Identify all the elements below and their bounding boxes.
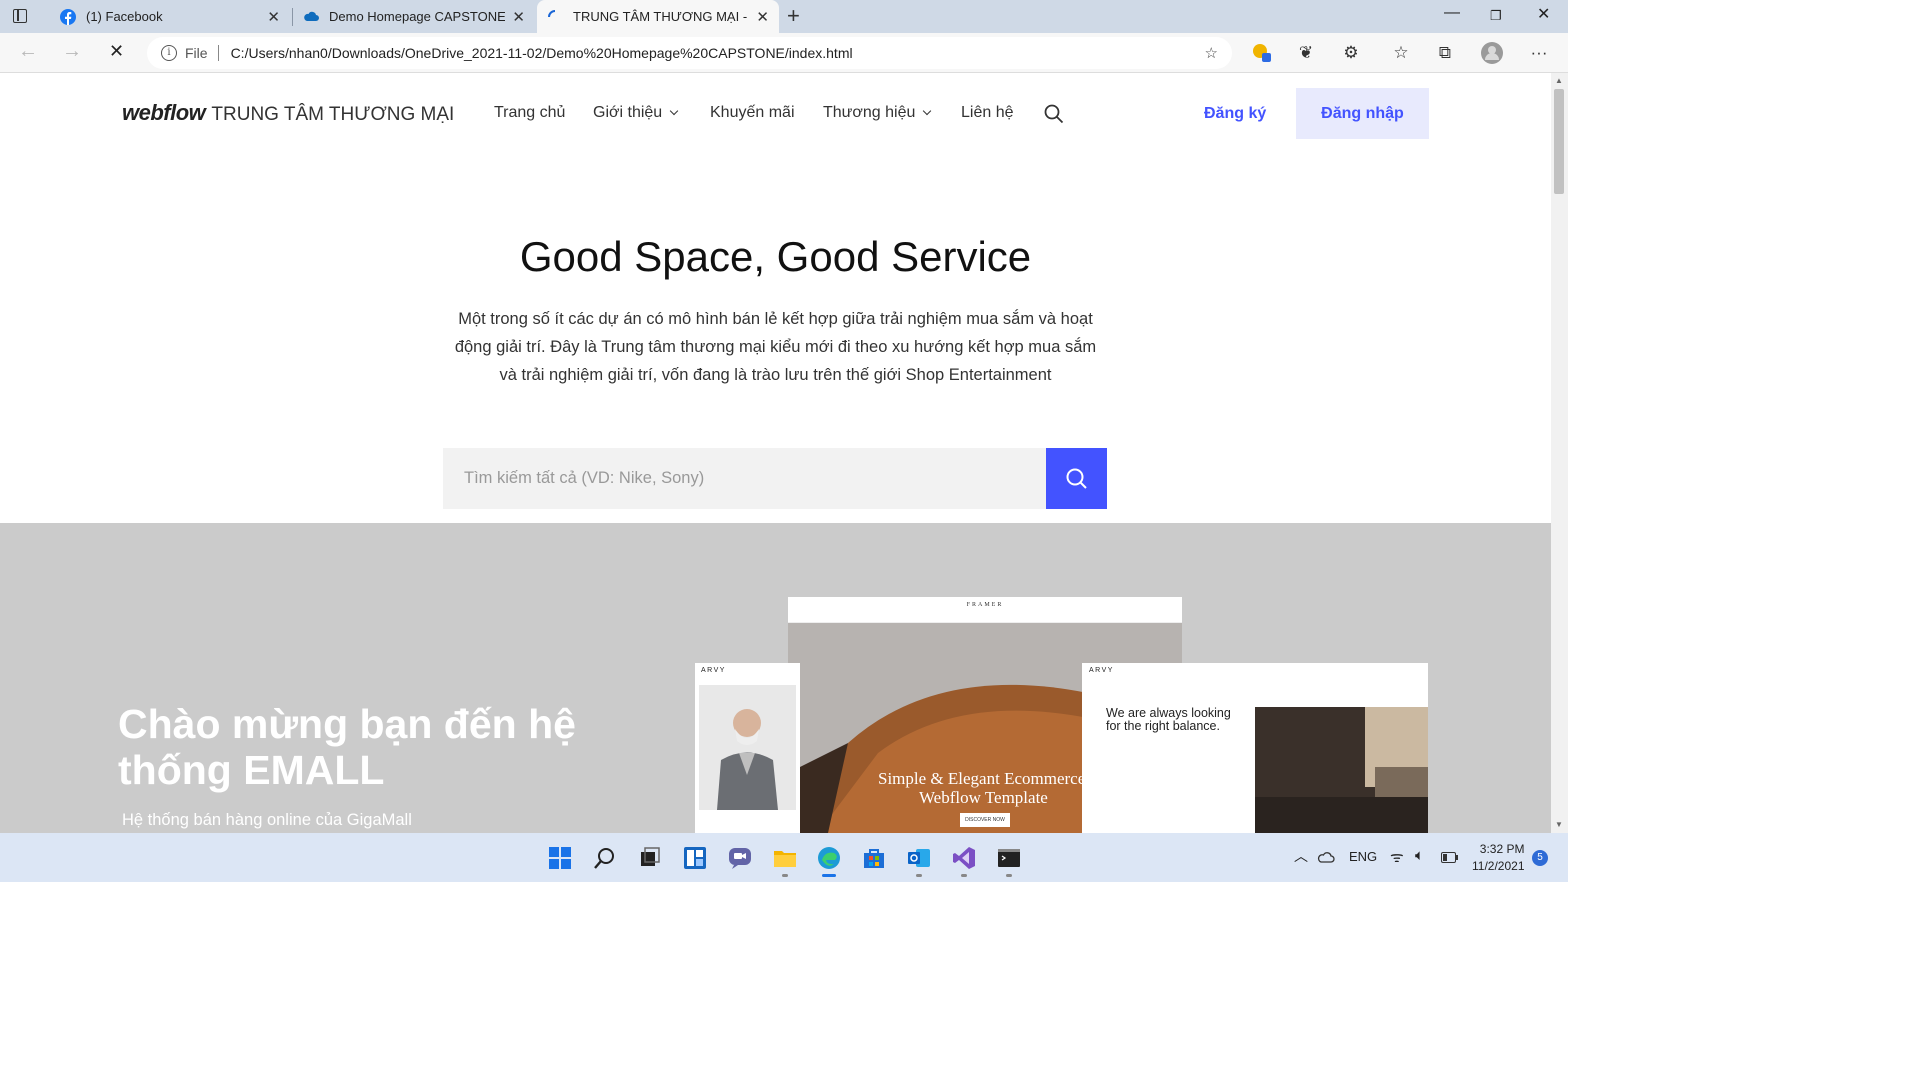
url-text: C:/Users/nhan0/Downloads/OneDrive_2021-1…: [230, 45, 853, 61]
more-menu-icon[interactable]: ···: [1528, 42, 1550, 64]
add-favorite-icon[interactable]: ☆: [1205, 44, 1218, 62]
tab-demo-homepage[interactable]: Demo Homepage CAPSTONE - O ✕: [293, 0, 535, 33]
chevron-up-icon[interactable]: ︿: [1294, 846, 1308, 866]
portrait-image: [699, 685, 796, 810]
nav-contact[interactable]: Liên hệ: [961, 104, 1014, 122]
nav-brands[interactable]: Thương hiệu: [823, 104, 932, 122]
mockup-headline-1: Simple & Elegant Ecommerce: [878, 769, 1086, 788]
battery-icon[interactable]: [1441, 852, 1458, 863]
search-icon: [1066, 468, 1087, 489]
address-bar-row: ← → ✕ i File C:/Users/nhan0/Downloads/On…: [0, 33, 1568, 73]
favorites-icon[interactable]: ☆: [1390, 42, 1412, 64]
login-button[interactable]: Đăng nhập: [1296, 88, 1429, 139]
chat-icon[interactable]: [728, 846, 752, 870]
close-icon[interactable]: ✕: [267, 8, 280, 26]
stop-loading-icon[interactable]: ✕: [109, 41, 124, 62]
brand-name: TRUNG TÂM THƯƠNG MẠI: [211, 104, 455, 125]
close-icon[interactable]: ✕: [756, 8, 769, 26]
profile-avatar[interactable]: [1481, 42, 1503, 64]
microsoft-store-icon[interactable]: [862, 846, 886, 870]
back-icon[interactable]: ←: [18, 40, 38, 63]
nav-about[interactable]: Giới thiệu: [593, 104, 679, 122]
extensions-puzzle-icon[interactable]: ⚙: [1340, 42, 1362, 64]
visual-studio-icon[interactable]: [952, 846, 976, 870]
notification-badge[interactable]: 5: [1532, 850, 1548, 866]
hero-title: Good Space, Good Service: [519, 233, 1032, 280]
welcome-subtitle: Hệ thống bán hàng online của GigaMall: [122, 811, 412, 829]
mockup-brand: FRAMER: [966, 602, 1004, 608]
extension-icon[interactable]: [1251, 42, 1273, 64]
mockup-headline-2: Webflow Template: [919, 788, 1048, 807]
mockup-brand: ARVY: [701, 667, 726, 674]
loading-spinner-icon: [548, 9, 556, 17]
outlook-icon[interactable]: [907, 846, 931, 870]
site-info-icon[interactable]: i: [161, 45, 177, 61]
search-button[interactable]: [1046, 448, 1107, 509]
interior-image: [1255, 707, 1428, 833]
new-tab-button[interactable]: +: [787, 3, 800, 29]
nav-home[interactable]: Trang chủ: [494, 104, 565, 122]
tab-label: (1) Facebook: [86, 9, 163, 24]
task-view-icon[interactable]: [638, 846, 662, 870]
web-page: webflow TRUNG TÂM THƯƠNG MẠI Trang chủ G…: [0, 73, 1551, 833]
collections-icon[interactable]: ⧉: [1434, 42, 1456, 64]
mockup-cta: DISCOVER NOW: [960, 813, 1010, 827]
clock-time: 3:32 PM: [1479, 842, 1525, 856]
page-scrollbar[interactable]: ▲ ▼: [1551, 73, 1568, 833]
close-icon[interactable]: ✕: [512, 8, 525, 26]
welcome-title: Chào mừng bạn đến hệ thống EMALL: [118, 701, 576, 793]
mockup-tagline: We are always looking for the right bala…: [1106, 706, 1231, 733]
tab-strip: (1) Facebook ✕ Demo Homepage CAPSTONE - …: [0, 0, 1568, 33]
taskbar: ︿ ENG ᯤ 🔈︎ 3:32 PM 11/2/2021 5: [0, 833, 1568, 882]
windows-start-icon[interactable]: [548, 846, 572, 870]
search-input[interactable]: [443, 448, 1046, 509]
scroll-down-icon[interactable]: ▼: [1555, 820, 1563, 829]
welcome-section: Chào mừng bạn đến hệ thống EMALL Hệ thốn…: [0, 523, 1551, 833]
forward-icon[interactable]: →: [62, 40, 82, 63]
search-icon[interactable]: [593, 846, 617, 870]
minimize-icon[interactable]: —: [1444, 4, 1460, 22]
chevron-down-icon: [669, 106, 679, 116]
file-explorer-icon[interactable]: [773, 846, 797, 870]
clock-date: 11/2/2021: [1472, 859, 1525, 873]
nav-brands-label: Thương hiệu: [823, 104, 916, 121]
search-icon[interactable]: [1044, 104, 1064, 124]
tab-label: TRUNG TÂM THƯƠNG MẠI - E-M: [573, 9, 749, 24]
hero-description: Một trong số ít các dự án có mô hình bán…: [454, 310, 1097, 384]
onedrive-icon[interactable]: [1317, 851, 1335, 863]
site-brand[interactable]: webflow TRUNG TÂM THƯƠNG MẠI: [122, 100, 454, 126]
scheme-label: File: [185, 45, 208, 61]
signup-link[interactable]: Đăng ký: [1204, 105, 1266, 123]
extension-2-icon[interactable]: ❦: [1295, 42, 1317, 64]
widgets-icon[interactable]: [683, 846, 707, 870]
clock[interactable]: 3:32 PM 11/2/2021: [1472, 841, 1525, 875]
wifi-icon[interactable]: ᯤ: [1390, 847, 1404, 867]
scroll-up-icon[interactable]: ▲: [1555, 76, 1563, 85]
onedrive-icon: [304, 11, 319, 21]
restore-icon[interactable]: ❐: [1490, 8, 1502, 24]
edge-browser-icon[interactable]: [817, 846, 841, 870]
terminal-icon[interactable]: [997, 846, 1021, 870]
nav-about-label: Giới thiệu: [593, 104, 663, 121]
volume-icon[interactable]: 🔈︎: [1415, 847, 1424, 864]
mockup-brand: ARVY: [1089, 667, 1114, 674]
facebook-icon: [60, 8, 76, 25]
tab-actions-icon[interactable]: [10, 6, 32, 28]
template-mockup-right: ARVY We are always looking for the right…: [1082, 663, 1428, 833]
chevron-down-icon: [923, 106, 932, 116]
tab-facebook[interactable]: (1) Facebook ✕: [48, 0, 290, 33]
template-mockup-left: ARVY: [695, 663, 800, 833]
language-indicator[interactable]: ENG: [1349, 849, 1377, 864]
close-window-icon[interactable]: ✕: [1537, 4, 1550, 24]
tab-label: Demo Homepage CAPSTONE - O: [329, 9, 505, 24]
address-input[interactable]: i File C:/Users/nhan0/Downloads/OneDrive…: [147, 37, 1232, 69]
webflow-logo: webflow: [122, 100, 206, 125]
nav-promo[interactable]: Khuyến mãi: [710, 104, 795, 122]
scroll-thumb[interactable]: [1554, 89, 1564, 194]
tab-trung-tam[interactable]: TRUNG TÂM THƯƠNG MẠI - E-M ✕: [537, 0, 779, 33]
